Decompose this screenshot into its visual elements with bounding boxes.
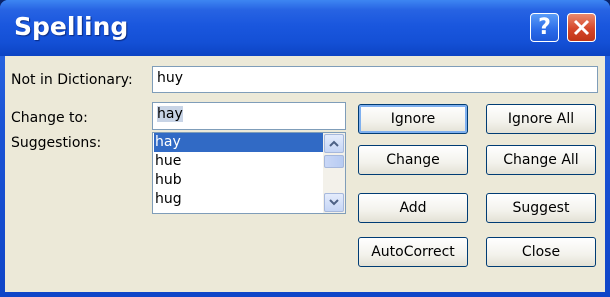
scroll-thumb[interactable] — [324, 155, 344, 168]
ignore-button-label: Ignore — [390, 111, 436, 127]
scroll-down-button[interactable] — [324, 193, 344, 212]
dialog-title: Spelling — [14, 12, 129, 41]
suggestions-label: Suggestions: — [11, 135, 102, 151]
change-to-label: Change to: — [11, 110, 88, 126]
scroll-up-button[interactable] — [324, 134, 344, 153]
close-button-label: Close — [521, 244, 561, 260]
change-to-value: hay — [157, 106, 183, 122]
help-button[interactable]: ? — [530, 13, 559, 42]
autocorrect-button[interactable]: AutoCorrect — [358, 237, 468, 267]
suggest-button-label: Suggest — [512, 200, 570, 216]
add-button[interactable]: Add — [358, 193, 468, 223]
chevron-up-icon — [329, 140, 339, 147]
list-item[interactable]: hay — [154, 133, 323, 152]
change-button-label: Change — [386, 152, 440, 168]
close-window-button[interactable] — [567, 13, 596, 42]
spelling-dialog: Spelling ? Not in Dictionary: huy Change… — [0, 0, 610, 297]
chevron-down-icon — [329, 199, 339, 206]
list-item[interactable]: hue — [154, 152, 323, 171]
dialog-body: Not in Dictionary: huy Change to: hay Su… — [5, 56, 605, 292]
not-in-dictionary-field[interactable]: huy — [152, 66, 598, 93]
not-in-dictionary-value: huy — [157, 70, 184, 86]
change-button[interactable]: Change — [358, 145, 468, 175]
suggestions-list[interactable]: hay hue hub hug — [152, 132, 346, 214]
not-in-dictionary-label: Not in Dictionary: — [11, 72, 133, 88]
change-to-input[interactable]: hay — [152, 102, 346, 130]
close-button[interactable]: Close — [486, 237, 596, 267]
ignore-all-button[interactable]: Ignore All — [486, 104, 596, 134]
ignore-button[interactable]: Ignore — [358, 104, 468, 134]
suggestions-scrollbar[interactable] — [323, 133, 345, 213]
title-bar[interactable]: Spelling ? — [0, 0, 610, 56]
change-all-button[interactable]: Change All — [486, 145, 596, 175]
list-item[interactable]: hub — [154, 171, 323, 190]
change-all-button-label: Change All — [503, 152, 579, 168]
suggest-button[interactable]: Suggest — [486, 193, 596, 223]
autocorrect-button-label: AutoCorrect — [371, 244, 455, 260]
ignore-all-button-label: Ignore All — [507, 111, 575, 127]
list-item[interactable]: hug — [154, 190, 323, 209]
help-icon: ? — [538, 14, 551, 40]
close-icon — [573, 19, 590, 36]
add-button-label: Add — [399, 200, 427, 216]
